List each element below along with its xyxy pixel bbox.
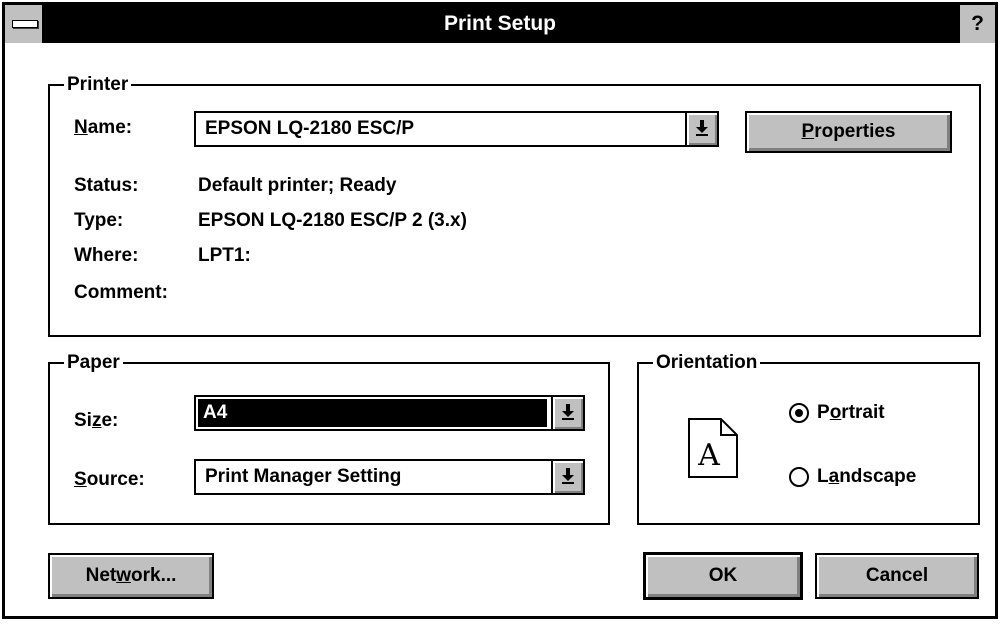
printer-name-dropdown[interactable]: EPSON LQ-2180 ESC/P [194, 111, 719, 147]
landscape-radio-button[interactable] [789, 467, 809, 487]
paper-size-dropdown[interactable]: A4 [194, 395, 585, 431]
portrait-label: Portrait [817, 402, 885, 423]
portrait-page-icon: A [688, 418, 738, 478]
status-label: Status: [74, 175, 139, 196]
printer-group-label: Printer [67, 74, 129, 95]
chevron-down-icon[interactable] [551, 397, 583, 429]
radio-selected-dot [795, 409, 803, 417]
status-value: Default printer; Ready [198, 175, 397, 196]
chevron-down-icon[interactable] [551, 461, 583, 493]
printer-name-value: EPSON LQ-2180 ESC/P [205, 118, 415, 139]
print-setup-dialog: Print Setup ? Printer Name: EPSON LQ-218… [2, 2, 998, 619]
type-label: Type: [74, 210, 124, 231]
paper-source-value: Print Manager Setting [205, 466, 402, 487]
portrait-radio-button[interactable] [789, 403, 809, 423]
source-label: Source: [74, 469, 145, 490]
ok-button[interactable]: OK [643, 552, 803, 600]
landscape-radio[interactable]: Landscape [787, 465, 967, 491]
cancel-button[interactable]: Cancel [815, 553, 979, 599]
chevron-down-icon[interactable] [685, 113, 717, 145]
type-value: EPSON LQ-2180 ESC/P 2 (3.x) [198, 210, 467, 231]
paper-source-dropdown[interactable]: Print Manager Setting [194, 459, 585, 495]
system-menu-icon [12, 20, 38, 28]
comment-label: Comment: [74, 282, 168, 303]
portrait-radio[interactable]: Portrait [787, 401, 967, 427]
orientation-group-label: Orientation [656, 352, 758, 373]
paper-group: Paper [48, 353, 610, 525]
landscape-label: Landscape [817, 466, 917, 487]
system-menu-button[interactable] [5, 5, 45, 43]
window-title: Print Setup [443, 12, 556, 35]
name-label: Name: [74, 117, 133, 138]
network-button[interactable]: Network... [48, 553, 214, 599]
page-icon-letter: A [697, 438, 720, 473]
help-button[interactable]: ? [957, 5, 995, 43]
size-label: Size: [74, 410, 119, 431]
properties-button[interactable]: Properties [745, 111, 952, 153]
paper-size-value: A4 [198, 399, 547, 427]
paper-group-label: Paper [67, 352, 120, 373]
where-value: LPT1: [198, 245, 251, 266]
where-label: Where: [74, 245, 139, 266]
title-bar[interactable]: Print Setup ? [5, 5, 995, 43]
